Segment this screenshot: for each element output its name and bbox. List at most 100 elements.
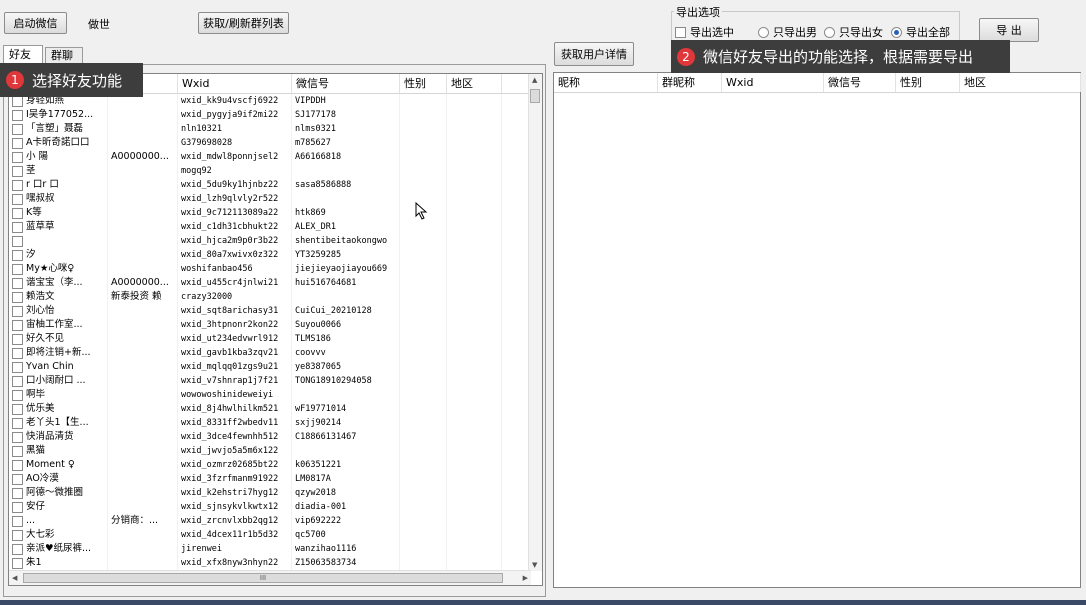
- table-row[interactable]: 嘿叔叔 wxid_lzh9qlvly2r522: [9, 192, 533, 206]
- table-row[interactable]: 谐宝宝（李... A0000000... wxid_u455cr4jnlwi21 hu…: [9, 276, 533, 290]
- table-row[interactable]: Moment ♀ wxid_ozmrz02685bt22 k06351221: [9, 458, 533, 472]
- column-wechat-id-right[interactable]: 微信号: [824, 73, 896, 92]
- table-row[interactable]: 口小阔耐口 ... wxid_v7shnrap1j7f21 TONG18910294…: [9, 374, 533, 388]
- export-male-radio[interactable]: [758, 26, 769, 38]
- row-checkbox[interactable]: [12, 180, 23, 191]
- row-checkbox[interactable]: [12, 292, 23, 303]
- table-row[interactable]: 优乐美 wxid_8j4hwlhilkm521 wF19771014: [9, 402, 533, 416]
- column-region[interactable]: 地区: [447, 74, 502, 93]
- row-checkbox[interactable]: [12, 418, 23, 429]
- table-row[interactable]: AO冷漠 wxid_3fzrfmanm91922 LM0817A: [9, 472, 533, 486]
- row-checkbox[interactable]: [12, 236, 23, 247]
- column-gender-right[interactable]: 性别: [896, 73, 960, 92]
- friends-horizontal-scrollbar[interactable]: ◀ III ▶: [9, 570, 531, 585]
- table-row[interactable]: wxid_hjca2m9p0r3b22 shentibeitaokongwo: [9, 234, 533, 248]
- row-checkbox[interactable]: [12, 544, 23, 555]
- table-row[interactable]: 蓝草草 wxid_c1dh31cbhukt22 ALEX_DR1: [9, 220, 533, 234]
- table-row[interactable]: 刘心怡 wxid_sqt8arichasy31 CuiCui_20210128: [9, 304, 533, 318]
- column-nickname-right[interactable]: 昵称: [554, 73, 658, 92]
- row-checkbox[interactable]: [12, 446, 23, 457]
- table-row[interactable]: 小 陽 A0000000... wxid_mdwl8ponnjsel2 A661668…: [9, 150, 533, 164]
- row-checkbox[interactable]: [12, 488, 23, 499]
- table-row[interactable]: 老丫头1【生... wxid_8331ff2wbedv11 sxjj90214: [9, 416, 533, 430]
- row-checkbox[interactable]: [12, 110, 23, 121]
- scroll-down-icon[interactable]: ▼: [532, 561, 537, 569]
- table-row[interactable]: 朱1 wxid_xfx8nyw3nhyn22 Z15063583734: [9, 556, 533, 570]
- table-row[interactable]: My★心咪♀ woshifanbao456 jiejieyaojiayou669: [9, 262, 533, 276]
- row-checkbox[interactable]: [12, 166, 23, 177]
- row-checkbox[interactable]: [12, 278, 23, 289]
- scroll-up-icon[interactable]: ▲: [532, 76, 537, 84]
- row-checkbox[interactable]: [12, 152, 23, 163]
- table-row[interactable]: 「言塑」聂磊 nln10321 nlms0321: [9, 122, 533, 136]
- taskbar-edge: [0, 600, 1086, 605]
- export-all-radio[interactable]: [891, 26, 902, 38]
- export-selected-checkbox[interactable]: [675, 26, 686, 38]
- table-row[interactable]: K等 wxid_9c712113089a22 htk869: [9, 206, 533, 220]
- table-row[interactable]: 好久不见 wxid_ut234edvwrl912 TLMS186: [9, 332, 533, 346]
- row-checkbox[interactable]: [12, 306, 23, 317]
- export-button[interactable]: 导 出: [979, 18, 1039, 42]
- column-wxid[interactable]: Wxid: [178, 74, 292, 93]
- table-row[interactable]: I吴争177052... wxid_pygyja9if2mi22 SJ177178: [9, 108, 533, 122]
- row-checkbox[interactable]: [12, 138, 23, 149]
- row-checkbox[interactable]: [12, 390, 23, 401]
- row-checkbox[interactable]: [12, 558, 23, 569]
- table-row[interactable]: 黑猫 wxid_jwvjo5a5m6x122: [9, 444, 533, 458]
- table-row[interactable]: 大七彩 wxid_4dcex11r1b5d32 qc5700: [9, 528, 533, 542]
- row-checkbox[interactable]: [12, 474, 23, 485]
- row-checkbox[interactable]: [12, 530, 23, 541]
- table-row[interactable]: 宙柚工作室... wxid_3htpnonr2kon22 Suyou0066: [9, 318, 533, 332]
- friends-vertical-scrollbar[interactable]: ▲ ▼: [528, 74, 542, 571]
- row-checkbox[interactable]: [12, 348, 23, 359]
- table-row[interactable]: 快消品清货 wxid_3dce4fewnhh512 C18866131467: [9, 430, 533, 444]
- table-row[interactable]: 即将注销+新... wxid_gavb1kba3zqv21 coovvv: [9, 346, 533, 360]
- tab-friends[interactable]: 好友: [3, 45, 43, 64]
- row-checkbox[interactable]: [12, 194, 23, 205]
- row-checkbox[interactable]: [12, 264, 23, 275]
- row-checkbox[interactable]: [12, 320, 23, 331]
- column-group-nickname[interactable]: 群昵称: [658, 73, 722, 92]
- row-checkbox[interactable]: [12, 502, 23, 513]
- scroll-left-icon[interactable]: ◀: [12, 574, 17, 582]
- row-checkbox[interactable]: [12, 432, 23, 443]
- column-region-right[interactable]: 地区: [960, 73, 1081, 92]
- export-female-option[interactable]: 只导出女: [824, 24, 883, 40]
- table-row[interactable]: 赖浩文 新泰投资 赖 crazy32000: [9, 290, 533, 304]
- column-wechat-id[interactable]: 微信号: [292, 74, 400, 93]
- row-checkbox[interactable]: [12, 460, 23, 471]
- fetch-user-details-button[interactable]: 获取用户详情: [554, 42, 634, 66]
- table-row[interactable]: 汐 wxid_80a7xwivx0z322 YT3259285: [9, 248, 533, 262]
- row-checkbox[interactable]: [12, 208, 23, 219]
- table-row[interactable]: r 口r 口 wxid_5du9ky1hjnbz22 sasa8586888: [9, 178, 533, 192]
- vertical-scroll-thumb[interactable]: [530, 89, 540, 103]
- export-male-option[interactable]: 只导出男: [758, 24, 817, 40]
- export-selected-option[interactable]: 导出选中: [675, 24, 734, 40]
- tab-groups[interactable]: 群聊: [45, 47, 83, 64]
- table-row[interactable]: 安仔 wxid_sjnsykvlkwtx12 diadia-001: [9, 500, 533, 514]
- export-all-option[interactable]: 导出全部: [891, 24, 950, 40]
- table-row[interactable]: ... 分销商：... wxid_zrcnvlxbb2qg12 vip692222: [9, 514, 533, 528]
- table-row[interactable]: 茎 mogq92: [9, 164, 533, 178]
- row-checkbox[interactable]: [12, 124, 23, 135]
- row-checkbox[interactable]: [12, 96, 23, 107]
- export-female-radio[interactable]: [824, 26, 835, 38]
- table-row[interactable]: Yvan Chin wxid_mqlqq01zgs9u21 ye8387065: [9, 360, 533, 374]
- row-checkbox[interactable]: [12, 334, 23, 345]
- row-checkbox[interactable]: [12, 362, 23, 373]
- row-checkbox[interactable]: [12, 404, 23, 415]
- row-checkbox[interactable]: [12, 376, 23, 387]
- table-row[interactable]: A卡昕奇諾口口 G379698028 m785627: [9, 136, 533, 150]
- refresh-groups-button[interactable]: 获取/刷新群列表: [198, 12, 289, 34]
- scroll-right-icon[interactable]: ▶: [523, 574, 528, 582]
- table-row[interactable]: 亲派♥纸尿裤... jirenwei wanzihao1116: [9, 542, 533, 556]
- row-checkbox[interactable]: [12, 250, 23, 261]
- row-checkbox[interactable]: [12, 222, 23, 233]
- start-wechat-button[interactable]: 启动微信: [4, 12, 67, 34]
- horizontal-scroll-thumb[interactable]: III: [23, 573, 503, 583]
- column-wxid-right[interactable]: Wxid: [722, 73, 824, 92]
- row-checkbox[interactable]: [12, 516, 23, 527]
- table-row[interactable]: 啊毕 wowowoshinideweiyi: [9, 388, 533, 402]
- column-gender[interactable]: 性别: [400, 74, 447, 93]
- table-row[interactable]: 阿德～微推圈 wxid_k2ehstri7hyg12 qzyw2018: [9, 486, 533, 500]
